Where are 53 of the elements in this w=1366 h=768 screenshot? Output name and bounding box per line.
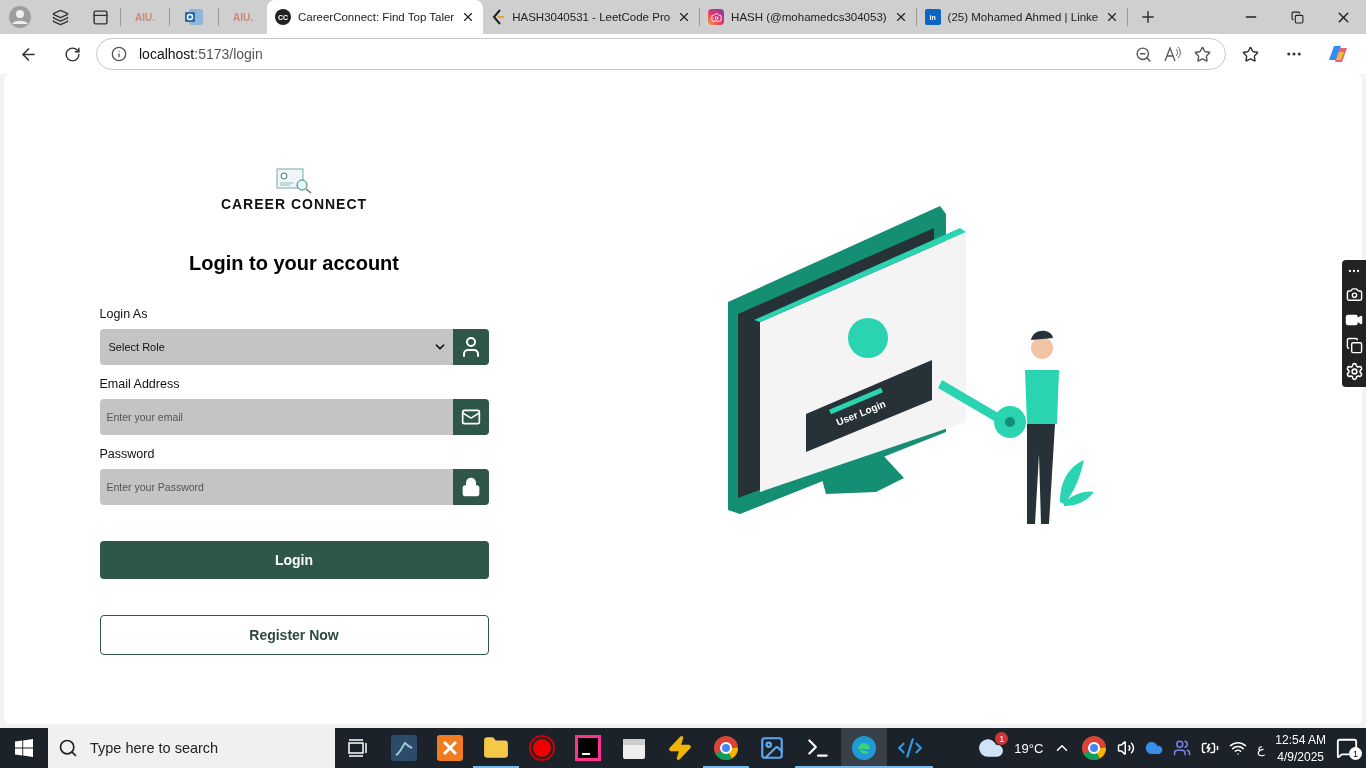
field-label: Email Address	[99, 377, 181, 391]
database-icon	[391, 735, 417, 761]
mail-icon	[452, 399, 489, 435]
bolt-icon	[667, 735, 693, 761]
search-icon	[58, 738, 78, 758]
zoom-out-icon[interactable]	[1135, 45, 1152, 63]
tab-title: HASH (@mohamedcs304053)	[731, 11, 887, 23]
record-icon	[529, 735, 555, 761]
plant-drawing	[1060, 460, 1094, 506]
cloud-icon[interactable]	[1145, 739, 1164, 757]
logo-text: CAREER CONNECT	[220, 196, 368, 212]
tab-title: CareerConnect: Find Top Taler	[298, 11, 455, 23]
browser-tab[interactable]: HASH (@mohamedcs304053)	[700, 0, 916, 34]
field-label: Password	[99, 447, 156, 461]
bracket-logo-icon	[491, 9, 506, 25]
volume-icon[interactable]	[1117, 739, 1136, 757]
logo-icon	[276, 168, 312, 194]
lock-icon	[452, 469, 489, 505]
temperature-text: 19°C	[1014, 740, 1044, 756]
clock[interactable]: 12:54 AM 4/9/2025	[1275, 732, 1326, 764]
browser-tab[interactable]: HASH3040531 - LeetCode Pro	[483, 0, 700, 34]
folder-icon	[483, 735, 509, 761]
favorite-star-icon[interactable]	[1194, 45, 1211, 63]
taskbar-search-field[interactable]: Type here to search	[48, 728, 335, 768]
email-field[interactable]: Enter your email	[99, 399, 453, 435]
browser-logo-icon	[851, 735, 877, 761]
login-button[interactable]: Login	[99, 541, 489, 579]
wifi-icon[interactable]	[1229, 739, 1248, 757]
info-icon[interactable]	[111, 46, 127, 62]
keyboard-language[interactable]: ع	[1257, 740, 1266, 756]
tab-title: (25) Mohamed Ahmed | Linke	[947, 11, 1099, 23]
tab-title: HASH3040531 - LeetCode Pro	[512, 11, 671, 23]
illustration-label: User Login	[834, 398, 888, 428]
ide-logo-icon	[575, 735, 601, 761]
people-icon[interactable]	[1173, 739, 1192, 757]
windows-icon[interactable]	[1345, 337, 1363, 354]
read-aloud-icon[interactable]	[1164, 46, 1182, 62]
photo-icon	[759, 735, 785, 761]
user-icon	[452, 329, 489, 365]
settings-icon[interactable]	[1344, 362, 1364, 381]
url-text: localhost:5173/login	[139, 46, 263, 62]
role-select[interactable]: Select Role	[99, 329, 453, 365]
camera-icon[interactable]	[1345, 286, 1363, 303]
mail-app-icon[interactable]	[185, 9, 203, 25]
code-editor-icon	[897, 735, 923, 761]
page-heading: Login to your account	[188, 252, 400, 275]
password-field[interactable]: Enter your Password	[99, 469, 453, 505]
register-button[interactable]: Register Now	[99, 615, 489, 655]
chrome-logo-icon[interactable]	[1081, 735, 1108, 761]
camera-logo-icon	[708, 9, 725, 25]
field-label: Login As	[99, 307, 149, 321]
xampp-logo-icon	[437, 735, 463, 761]
chrome-logo-icon	[713, 735, 739, 761]
